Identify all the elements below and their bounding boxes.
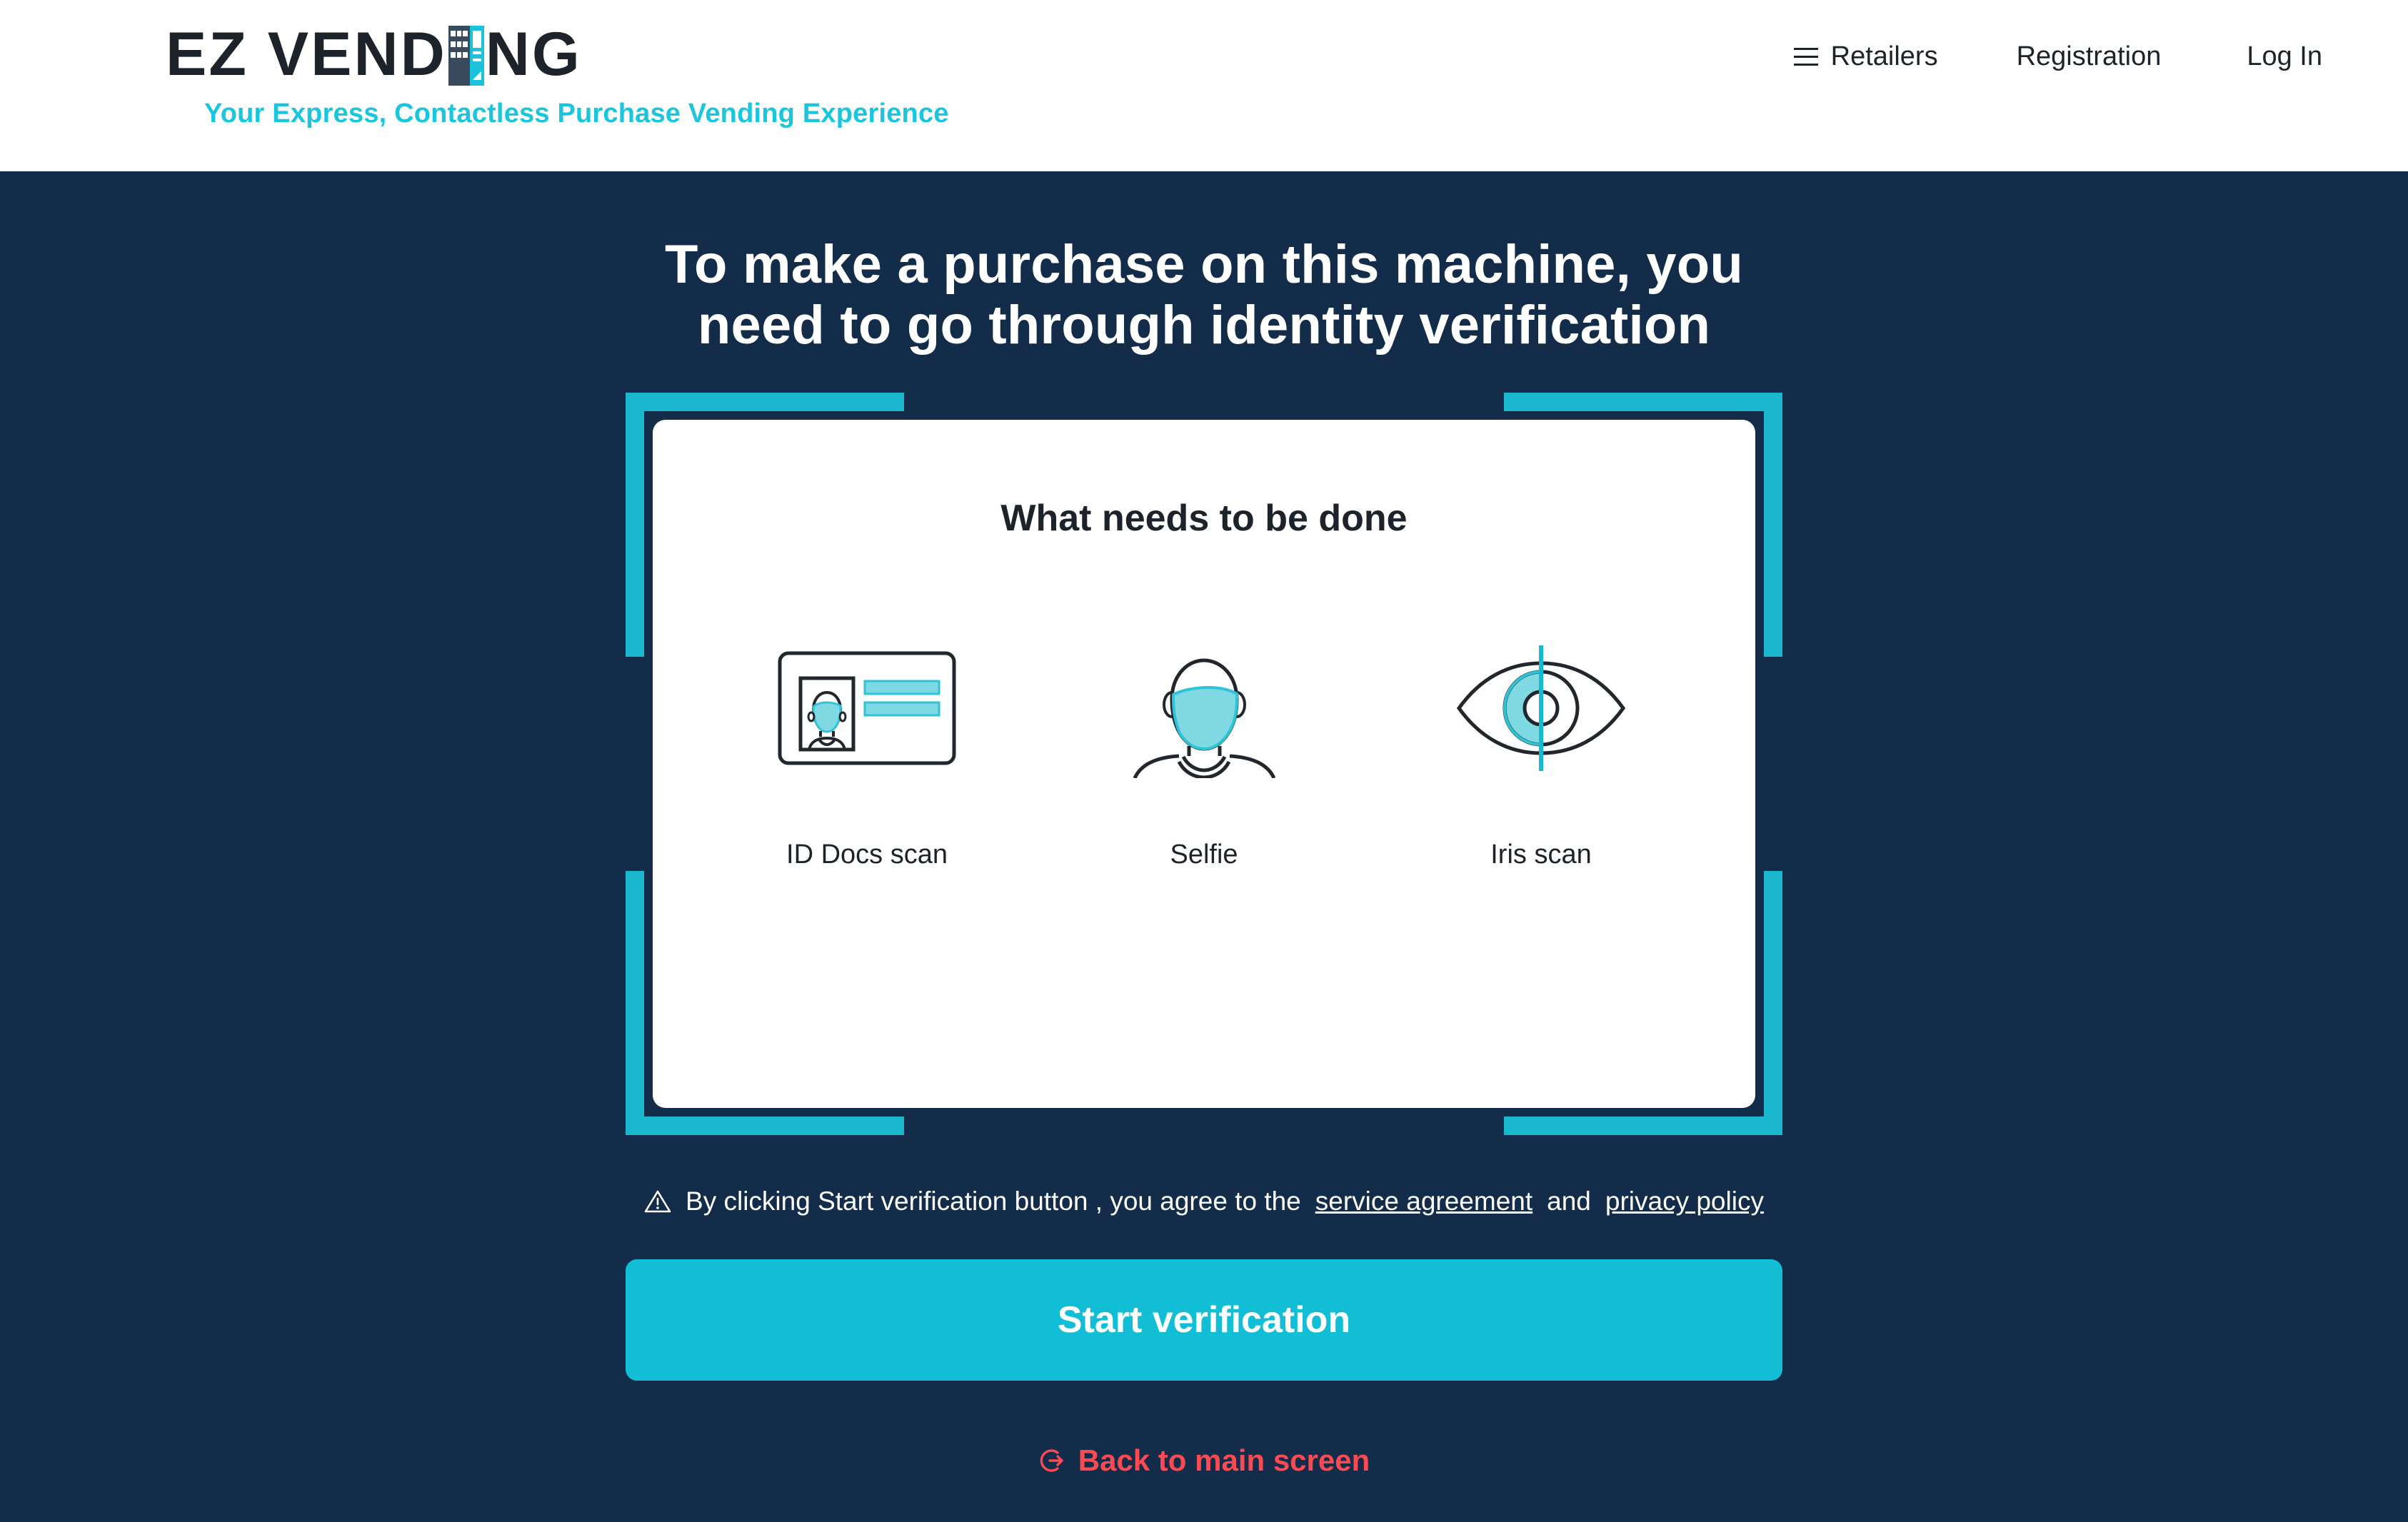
step-label-id-docs-scan: ID Docs scan: [786, 840, 948, 870]
logo[interactable]: EZ VEND NG: [166, 20, 949, 89]
step-iris-scan: Iris scan: [1413, 601, 1670, 870]
page-title: To make a purchase on this machine, you …: [665, 234, 1743, 356]
disclaimer-text-before: By clicking Start verification button , …: [686, 1186, 1301, 1216]
id-card-icon: [778, 601, 956, 815]
step-label-iris-scan: Iris scan: [1490, 840, 1592, 870]
verification-frame: What needs to be done ID Docs scan Selfi…: [626, 393, 1782, 1136]
brand-tagline: Your Express, Contactless Purchase Vendi…: [204, 99, 949, 128]
main-nav: Retailers Registration Log In: [1793, 41, 2322, 72]
nav-label-login: Log In: [2247, 41, 2322, 71]
back-link-container: Back to main screen: [0, 1443, 2408, 1478]
eye-iris-scan-icon: [1452, 601, 1630, 815]
start-verification-button[interactable]: Start verification: [626, 1259, 1782, 1381]
logo-text-first: EZ VEND: [166, 20, 447, 89]
requirements-card: What needs to be done ID Docs scan Selfi…: [653, 420, 1755, 1109]
main-content: To make a purchase on this machine, you …: [0, 171, 2408, 1522]
nav-item-registration[interactable]: Registration: [2017, 41, 2162, 72]
vending-machine-icon: [448, 26, 484, 86]
back-link-label: Back to main screen: [1078, 1443, 1370, 1478]
service-agreement-link[interactable]: service agreement: [1315, 1186, 1532, 1216]
brand-block[interactable]: EZ VEND NG Your Express, Contactless Pur…: [166, 20, 949, 129]
step-id-docs-scan: ID Docs scan: [738, 601, 995, 870]
disclaimer-text-between: and: [1547, 1186, 1591, 1216]
nav-label-retailers: Retailers: [1830, 41, 1938, 71]
page-root: EZ VEND NG Your Express, Contactless Pur…: [0, 0, 2408, 1522]
hamburger-menu-icon[interactable]: [1793, 47, 1818, 66]
card-title: What needs to be done: [1000, 498, 1408, 540]
step-selfie: Selfie: [1075, 601, 1333, 870]
warning-triangle-icon: [644, 1189, 671, 1214]
nav-item-login[interactable]: Log In: [2247, 41, 2322, 72]
step-label-selfie: Selfie: [1170, 840, 1238, 870]
nav-item-retailers[interactable]: Retailers: [1793, 41, 1938, 72]
verification-steps-list: ID Docs scan Selfie Iris scan: [653, 601, 1755, 870]
exit-arrow-icon: [1038, 1446, 1067, 1475]
site-header: EZ VEND NG Your Express, Contactless Pur…: [0, 0, 2408, 171]
privacy-policy-link[interactable]: privacy policy: [1605, 1186, 1764, 1216]
logo-text-last: NG: [485, 20, 582, 89]
face-portrait-icon: [1128, 601, 1281, 815]
terms-disclaimer: By clicking Start verification button , …: [0, 1186, 2408, 1216]
back-to-main-screen-link[interactable]: Back to main screen: [1038, 1443, 1370, 1478]
cta-container: Start verification: [0, 1259, 2408, 1381]
nav-label-registration: Registration: [2016, 41, 2162, 71]
